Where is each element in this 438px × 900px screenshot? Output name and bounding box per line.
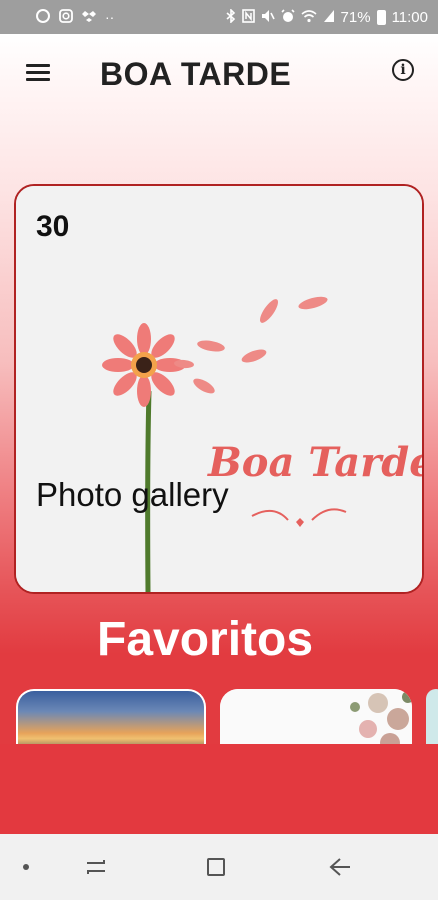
menu-icon[interactable] <box>24 62 52 84</box>
app-screen: BOA TARDE i Boa Tarde 30 Photo gallery F… <box>0 34 438 834</box>
gallery-cover-image: Boa Tarde <box>16 186 422 592</box>
overview-icon[interactable] <box>196 834 236 900</box>
system-nav-bar <box>0 834 438 900</box>
mute-icon <box>261 9 275 25</box>
toolbar: BOA TARDE i <box>0 34 438 112</box>
nfc-icon <box>241 9 255 25</box>
favorites-title: Favoritos <box>97 613 314 666</box>
wifi-icon <box>301 9 317 25</box>
info-icon[interactable]: i <box>392 59 414 81</box>
back-icon[interactable] <box>320 834 360 900</box>
more-dots-icon: ·· <box>105 9 115 25</box>
cover-caption: Boa Tarde <box>207 439 422 486</box>
status-bar: ·· 71% 11:00 <box>0 0 438 34</box>
battery-icon <box>376 9 386 25</box>
notification-icon <box>36 9 50 25</box>
battery-percent: 71% <box>340 8 371 26</box>
instagram-icon <box>59 9 73 25</box>
clock: 11:00 <box>391 8 428 26</box>
recents-icon[interactable] <box>76 834 116 900</box>
photo-gallery-card[interactable]: Boa Tarde 30 Photo gallery <box>14 184 424 594</box>
home-dot-icon[interactable] <box>14 834 38 900</box>
signal-icon <box>323 9 335 25</box>
gallery-photo-count: 30 <box>36 210 70 243</box>
alarm-icon <box>280 9 295 25</box>
dropbox-icon <box>82 9 96 25</box>
page-title: BOA TARDE <box>100 56 292 92</box>
gallery-title: Photo gallery <box>36 476 229 513</box>
bottom-panel <box>0 744 438 834</box>
bluetooth-icon <box>226 8 236 25</box>
